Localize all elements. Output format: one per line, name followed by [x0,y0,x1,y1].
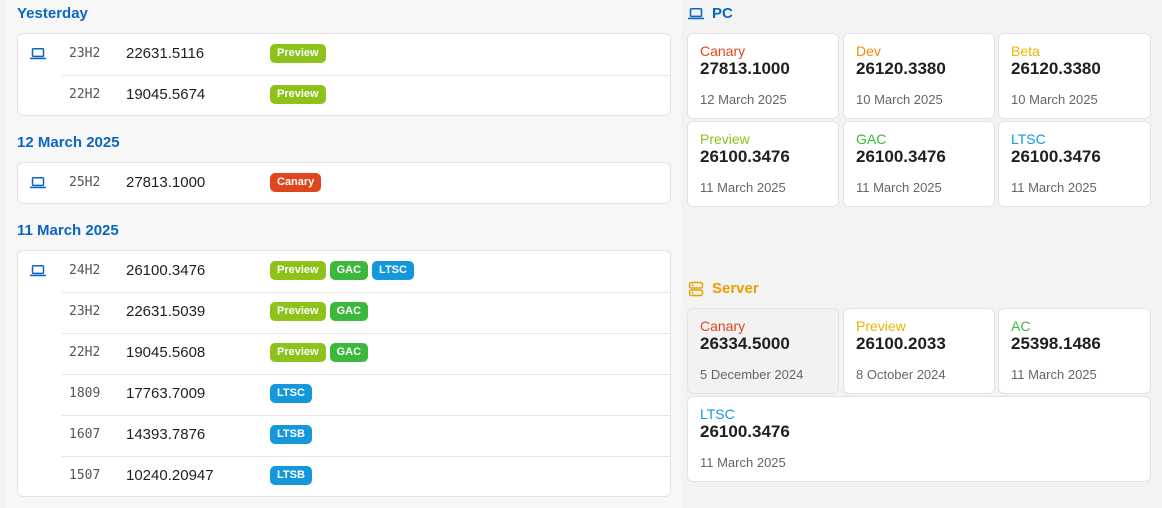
build-number: 26100.3476 [1011,147,1101,166]
build-number: 26120.3380 [1011,59,1101,78]
build-number: 26100.3476 [856,147,946,166]
server-section-label: Server [712,280,759,297]
channel-name: GAC [856,131,887,147]
build-number: 26120.3380 [856,59,946,78]
channel-badge-canary: Canary [270,173,322,192]
build-number: 26100.3476 [700,147,790,166]
day-card: 24H2 26100.3476 Preview GAC LTSC 23H2 22… [17,250,671,497]
version-label: 22H2 [69,87,101,102]
laptop-icon [30,265,46,277]
server-tile-canary[interactable]: Canary 26334.5000 5 December 2024 [687,308,839,394]
channel-badge-preview: Preview [270,44,326,63]
release-date: 5 December 2024 [700,367,804,382]
release-date: 10 March 2025 [1011,92,1098,107]
server-tile-ac[interactable]: AC 25398.1486 11 March 2025 [998,308,1151,394]
version-label: 22H2 [69,345,101,360]
build-number[interactable]: 19045.5674 [126,86,205,103]
build-row[interactable]: 1809 17763.7009 LTSC [18,374,670,415]
build-row[interactable]: 1607 14393.7876 LTSB [18,415,670,456]
server-section-title: Server [688,280,759,297]
channel-name: Preview [856,318,906,334]
version-label: 24H2 [69,263,101,278]
version-label: 23H2 [69,46,101,61]
release-date: 11 March 2025 [856,180,942,195]
build-number[interactable]: 26100.3476 [126,262,205,279]
laptop-icon [688,7,704,19]
channel-name: Preview [700,131,750,147]
release-date: 10 March 2025 [856,92,943,107]
version-label: 1809 [69,386,101,401]
channel-badge-preview: Preview [270,343,326,362]
laptop-icon [30,48,46,60]
channel-badge-gac: GAC [329,302,369,321]
build-row[interactable]: 23H2 22631.5039 Preview GAC [18,292,670,333]
pc-tile-dev[interactable]: Dev 26120.3380 10 March 2025 [843,33,995,119]
channel-name: AC [1011,318,1031,334]
release-date: 11 March 2025 [1011,180,1097,195]
day-card: 25H2 27813.1000 Canary [17,162,671,204]
build-row[interactable]: 1507 10240.20947 LTSB [18,456,670,497]
channel-name: Dev [856,43,881,59]
build-number[interactable]: 22631.5116 [126,45,204,62]
build-row[interactable]: 23H2 22631.5116 Preview [18,34,670,75]
pc-tile-preview[interactable]: Preview 26100.3476 11 March 2025 [687,121,839,207]
server-tile-ltsc[interactable]: LTSC 26100.3476 11 March 2025 [687,396,1151,482]
day-heading: Yesterday [17,5,88,22]
build-number: 26334.5000 [700,334,790,353]
channel-name: Canary [700,43,746,59]
release-date: 11 March 2025 [700,180,786,195]
version-label: 25H2 [69,175,101,190]
build-number: 27813.1000 [700,59,790,78]
build-number: 25398.1486 [1011,334,1101,353]
release-date: 11 March 2025 [1011,367,1097,382]
server-tile-preview[interactable]: Preview 26100.2033 8 October 2024 [843,308,995,394]
channel-name: LTSC [1011,131,1046,147]
laptop-icon [30,177,46,189]
day-heading: 12 March 2025 [17,134,120,151]
pc-tile-ltsc[interactable]: LTSC 26100.3476 11 March 2025 [998,121,1151,207]
channel-badge-preview: Preview [270,302,326,321]
version-label: 1607 [69,427,101,442]
build-number: 26100.2033 [856,334,946,353]
pc-section-label: PC [712,5,733,22]
day-heading: 11 March 2025 [17,222,119,239]
build-row[interactable]: 22H2 19045.5608 Preview GAC [18,333,670,374]
version-label: 23H2 [69,304,101,319]
channel-badge-ltsc: LTSC [372,261,414,280]
build-number[interactable]: 22631.5039 [126,303,205,320]
pc-tile-gac[interactable]: GAC 26100.3476 11 March 2025 [843,121,995,207]
build-number[interactable]: 14393.7876 [126,426,205,443]
channel-badge-preview: Preview [270,85,326,104]
version-label: 1507 [69,468,101,483]
release-date: 12 March 2025 [700,92,787,107]
channel-badge-ltsb: LTSB [270,425,312,444]
build-number[interactable]: 27813.1000 [126,174,205,191]
pc-tile-beta[interactable]: Beta 26120.3380 10 March 2025 [998,33,1151,119]
build-row[interactable]: 22H2 19045.5674 Preview [18,75,670,116]
channel-name: LTSC [700,406,735,422]
release-date: 8 October 2024 [856,367,946,382]
channel-badge-ltsc: LTSC [270,384,312,403]
pc-section-title: PC [688,5,733,22]
build-number[interactable]: 10240.20947 [126,467,214,484]
build-number[interactable]: 17763.7009 [126,385,205,402]
release-date: 11 March 2025 [700,455,786,470]
pc-tile-canary[interactable]: Canary 27813.1000 12 March 2025 [687,33,839,119]
channel-badge-gac: GAC [329,343,369,362]
channel-badge-ltsb: LTSB [270,466,312,485]
channel-badge-gac: GAC [329,261,369,280]
server-icon [688,281,704,296]
day-card: 23H2 22631.5116 Preview 22H2 19045.5674 … [17,33,671,116]
channel-name: Beta [1011,43,1040,59]
build-number[interactable]: 19045.5608 [126,344,205,361]
build-number: 26100.3476 [700,422,790,441]
channel-name: Canary [700,318,746,334]
channel-badge-preview: Preview [270,261,326,280]
build-row[interactable]: 25H2 27813.1000 Canary [18,163,670,204]
build-row[interactable]: 24H2 26100.3476 Preview GAC LTSC [18,251,670,292]
